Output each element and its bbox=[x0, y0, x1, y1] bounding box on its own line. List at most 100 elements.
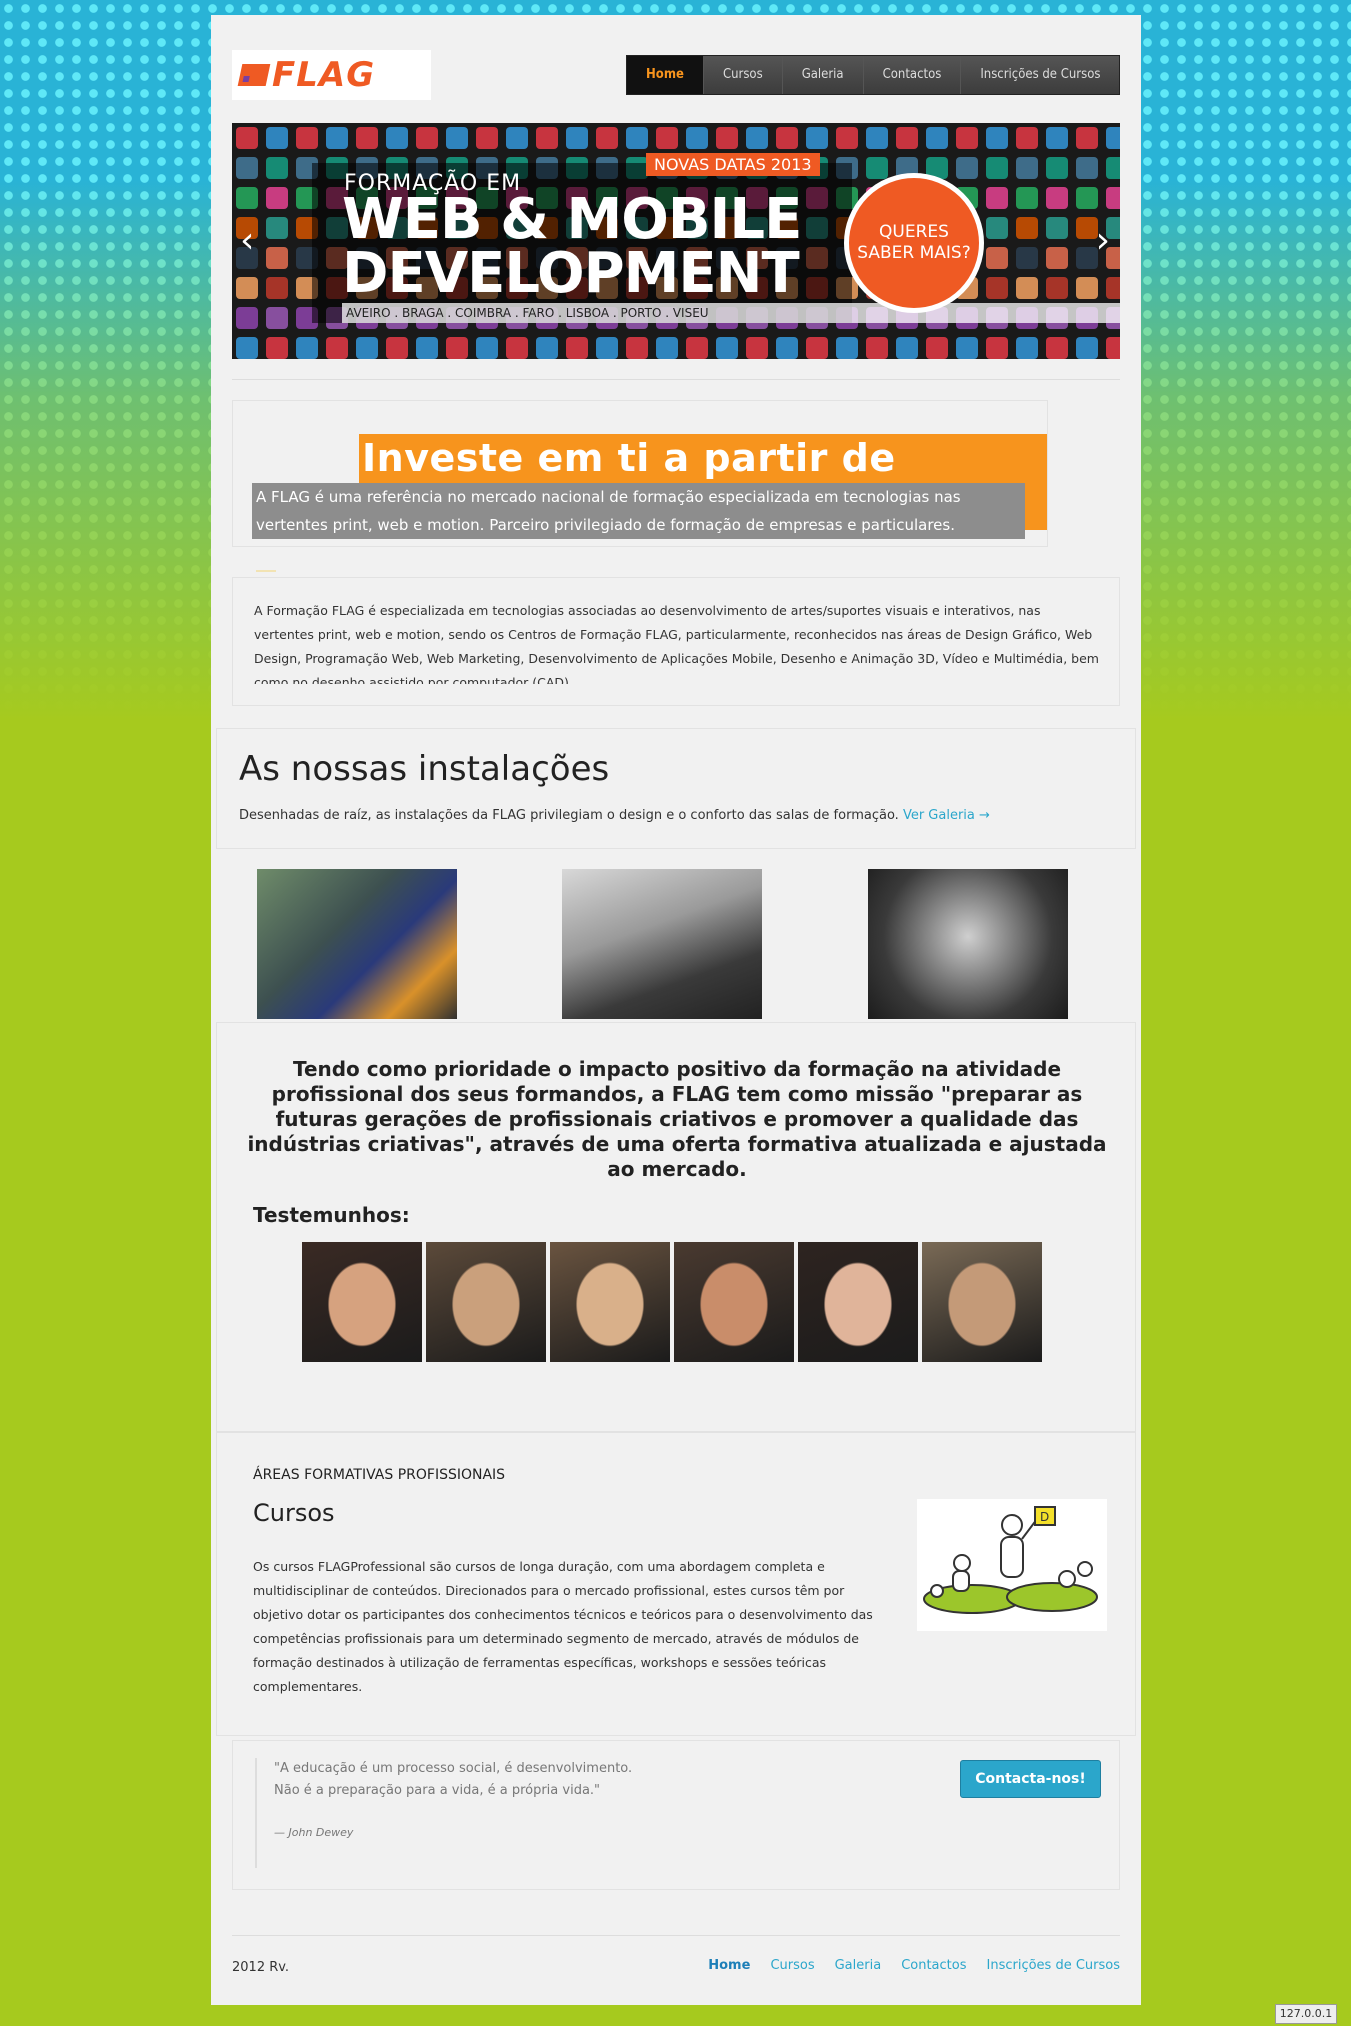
app-icon-tile bbox=[1046, 277, 1068, 299]
mission-section: Tendo como prioridade o impacto positivo… bbox=[216, 1022, 1136, 1432]
testimonial-portrait[interactable] bbox=[302, 1242, 422, 1362]
app-icon-tile bbox=[626, 127, 648, 149]
nav-item-galeria[interactable]: Galeria bbox=[782, 56, 864, 94]
accent-line bbox=[256, 570, 276, 572]
facility-photo-classroom[interactable] bbox=[257, 869, 457, 1019]
courses-illustration: D bbox=[917, 1499, 1107, 1631]
banner-cta-line1: QUERES bbox=[879, 222, 949, 242]
app-icon-tile bbox=[986, 277, 1008, 299]
quote-author: — John Dewey bbox=[274, 1826, 354, 1839]
facilities-section: As nossas instalações Desenhadas de raíz… bbox=[216, 728, 1136, 849]
areas-kicker: ÁREAS FORMATIVAS PROFISSIONAIS bbox=[253, 1467, 506, 1483]
footer-link-inscricoes[interactable]: Inscrições de Cursos bbox=[987, 1958, 1121, 1973]
footer-link-contactos[interactable]: Contactos bbox=[901, 1958, 966, 1973]
banner-cta-circle[interactable]: QUERES SABER MAIS? bbox=[844, 173, 984, 313]
app-icon-tile bbox=[926, 337, 948, 359]
app-icon-tile bbox=[746, 337, 768, 359]
app-icon-tile bbox=[326, 337, 348, 359]
app-icon-tile bbox=[686, 127, 708, 149]
app-icon-tile bbox=[416, 127, 438, 149]
app-icon-tile bbox=[266, 187, 288, 209]
nav-item-inscricoes[interactable]: Inscrições de Cursos bbox=[961, 56, 1120, 94]
app-icon-tile bbox=[506, 127, 528, 149]
app-icon-tile bbox=[986, 187, 1008, 209]
app-icon-tile bbox=[596, 337, 618, 359]
app-icon-tile bbox=[806, 127, 828, 149]
quote-line2: Não é a preparação para a vida, é a próp… bbox=[274, 1783, 601, 1798]
app-icon-tile bbox=[716, 337, 738, 359]
chevron-right-icon[interactable]: › bbox=[1096, 223, 1110, 259]
app-icon-tile bbox=[266, 247, 288, 269]
banner-badge: NOVAS DATAS 2013 bbox=[646, 153, 820, 176]
gallery-link[interactable]: Ver Galeria → bbox=[903, 808, 990, 823]
banner-cta-line2: SABER MAIS? bbox=[857, 243, 971, 263]
app-icon-tile bbox=[956, 127, 978, 149]
hero-text-box: Investe em ti a partir de hoje... A FLAG… bbox=[232, 400, 1048, 547]
app-icon-tile bbox=[956, 157, 978, 179]
app-icon-tile bbox=[1076, 337, 1098, 359]
app-icon-tile bbox=[1106, 127, 1120, 149]
app-icon-tile bbox=[1076, 277, 1098, 299]
app-icon-tile bbox=[926, 127, 948, 149]
nav-item-home[interactable]: Home bbox=[627, 56, 704, 94]
app-icon-tile bbox=[536, 337, 558, 359]
nav-item-contactos[interactable]: Contactos bbox=[863, 56, 962, 94]
app-icon-tile bbox=[1016, 157, 1038, 179]
app-icon-tile bbox=[836, 127, 858, 149]
app-icon-tile bbox=[476, 337, 498, 359]
app-icon-tile bbox=[446, 337, 468, 359]
app-icon-tile bbox=[1046, 217, 1068, 239]
hero-banner-slider[interactable]: NOVAS DATAS 2013 FORMAÇÃO EM WEB & MOBIL… bbox=[232, 123, 1120, 359]
app-icon-tile bbox=[236, 337, 258, 359]
testimonial-portrait[interactable] bbox=[674, 1242, 794, 1362]
app-icon-tile bbox=[1046, 127, 1068, 149]
app-icon-tile bbox=[446, 127, 468, 149]
app-icon-tile bbox=[266, 277, 288, 299]
mission-text: Tendo como prioridade o impacto positivo… bbox=[247, 1057, 1107, 1181]
app-icon-tile bbox=[1106, 337, 1120, 359]
areas-text: Os cursos FLAGProfessional são cursos de… bbox=[253, 1559, 873, 1694]
app-icon-tile bbox=[806, 337, 828, 359]
app-icon-tile bbox=[1016, 187, 1038, 209]
quote-line1: "A educação é um processo social, é dese… bbox=[274, 1761, 633, 1776]
app-icon-tile bbox=[866, 127, 888, 149]
app-icon-tile bbox=[1046, 247, 1068, 269]
app-icon-tile bbox=[1106, 187, 1120, 209]
testimonial-portrait[interactable] bbox=[922, 1242, 1042, 1362]
app-icon-tile bbox=[266, 307, 288, 329]
page-container: FLAG Home Cursos Galeria Contactos Inscr… bbox=[211, 15, 1141, 2005]
app-icon-tile bbox=[716, 127, 738, 149]
testimonials-title: Testemunhos: bbox=[253, 1203, 410, 1227]
facility-photo-computers[interactable] bbox=[562, 869, 762, 1019]
app-icon-tile bbox=[536, 127, 558, 149]
banner-headline-line1: WEB & MOBILE bbox=[342, 187, 802, 252]
footer-link-galeria[interactable]: Galeria bbox=[835, 1958, 882, 1973]
testimonial-portrait[interactable] bbox=[550, 1242, 670, 1362]
flag-logo[interactable]: FLAG bbox=[232, 50, 431, 100]
banner-headline: WEB & MOBILE DEVELOPMENT bbox=[342, 187, 802, 306]
app-icon-tile bbox=[866, 157, 888, 179]
contact-button[interactable]: Contacta-nos! bbox=[960, 1760, 1101, 1798]
facility-photo-lobby[interactable] bbox=[868, 869, 1068, 1019]
testimonial-portrait[interactable] bbox=[798, 1242, 918, 1362]
quote-section: "A educação é um processo social, é dese… bbox=[232, 1740, 1120, 1890]
app-icon-tile bbox=[596, 127, 618, 149]
app-icon-tile bbox=[896, 337, 918, 359]
banner-headline-line2: DEVELOPMENT bbox=[342, 241, 800, 306]
app-icon-tile bbox=[1046, 157, 1068, 179]
footer-link-cursos[interactable]: Cursos bbox=[770, 1958, 814, 1973]
app-icon-tile bbox=[356, 127, 378, 149]
footer-link-home[interactable]: Home bbox=[708, 1958, 750, 1973]
app-icon-tile bbox=[776, 127, 798, 149]
app-icon-tile bbox=[476, 127, 498, 149]
testimonial-portrait[interactable] bbox=[426, 1242, 546, 1362]
testimonials-carousel bbox=[302, 1242, 1042, 1362]
app-icon-tile bbox=[266, 127, 288, 149]
app-icon-tile bbox=[896, 127, 918, 149]
app-icon-tile bbox=[356, 337, 378, 359]
svg-text:D: D bbox=[1040, 1510, 1049, 1524]
nav-item-cursos[interactable]: Cursos bbox=[703, 56, 783, 94]
app-icon-tile bbox=[776, 337, 798, 359]
app-icon-tile bbox=[1106, 157, 1120, 179]
chevron-left-icon[interactable]: ‹ bbox=[240, 223, 254, 259]
